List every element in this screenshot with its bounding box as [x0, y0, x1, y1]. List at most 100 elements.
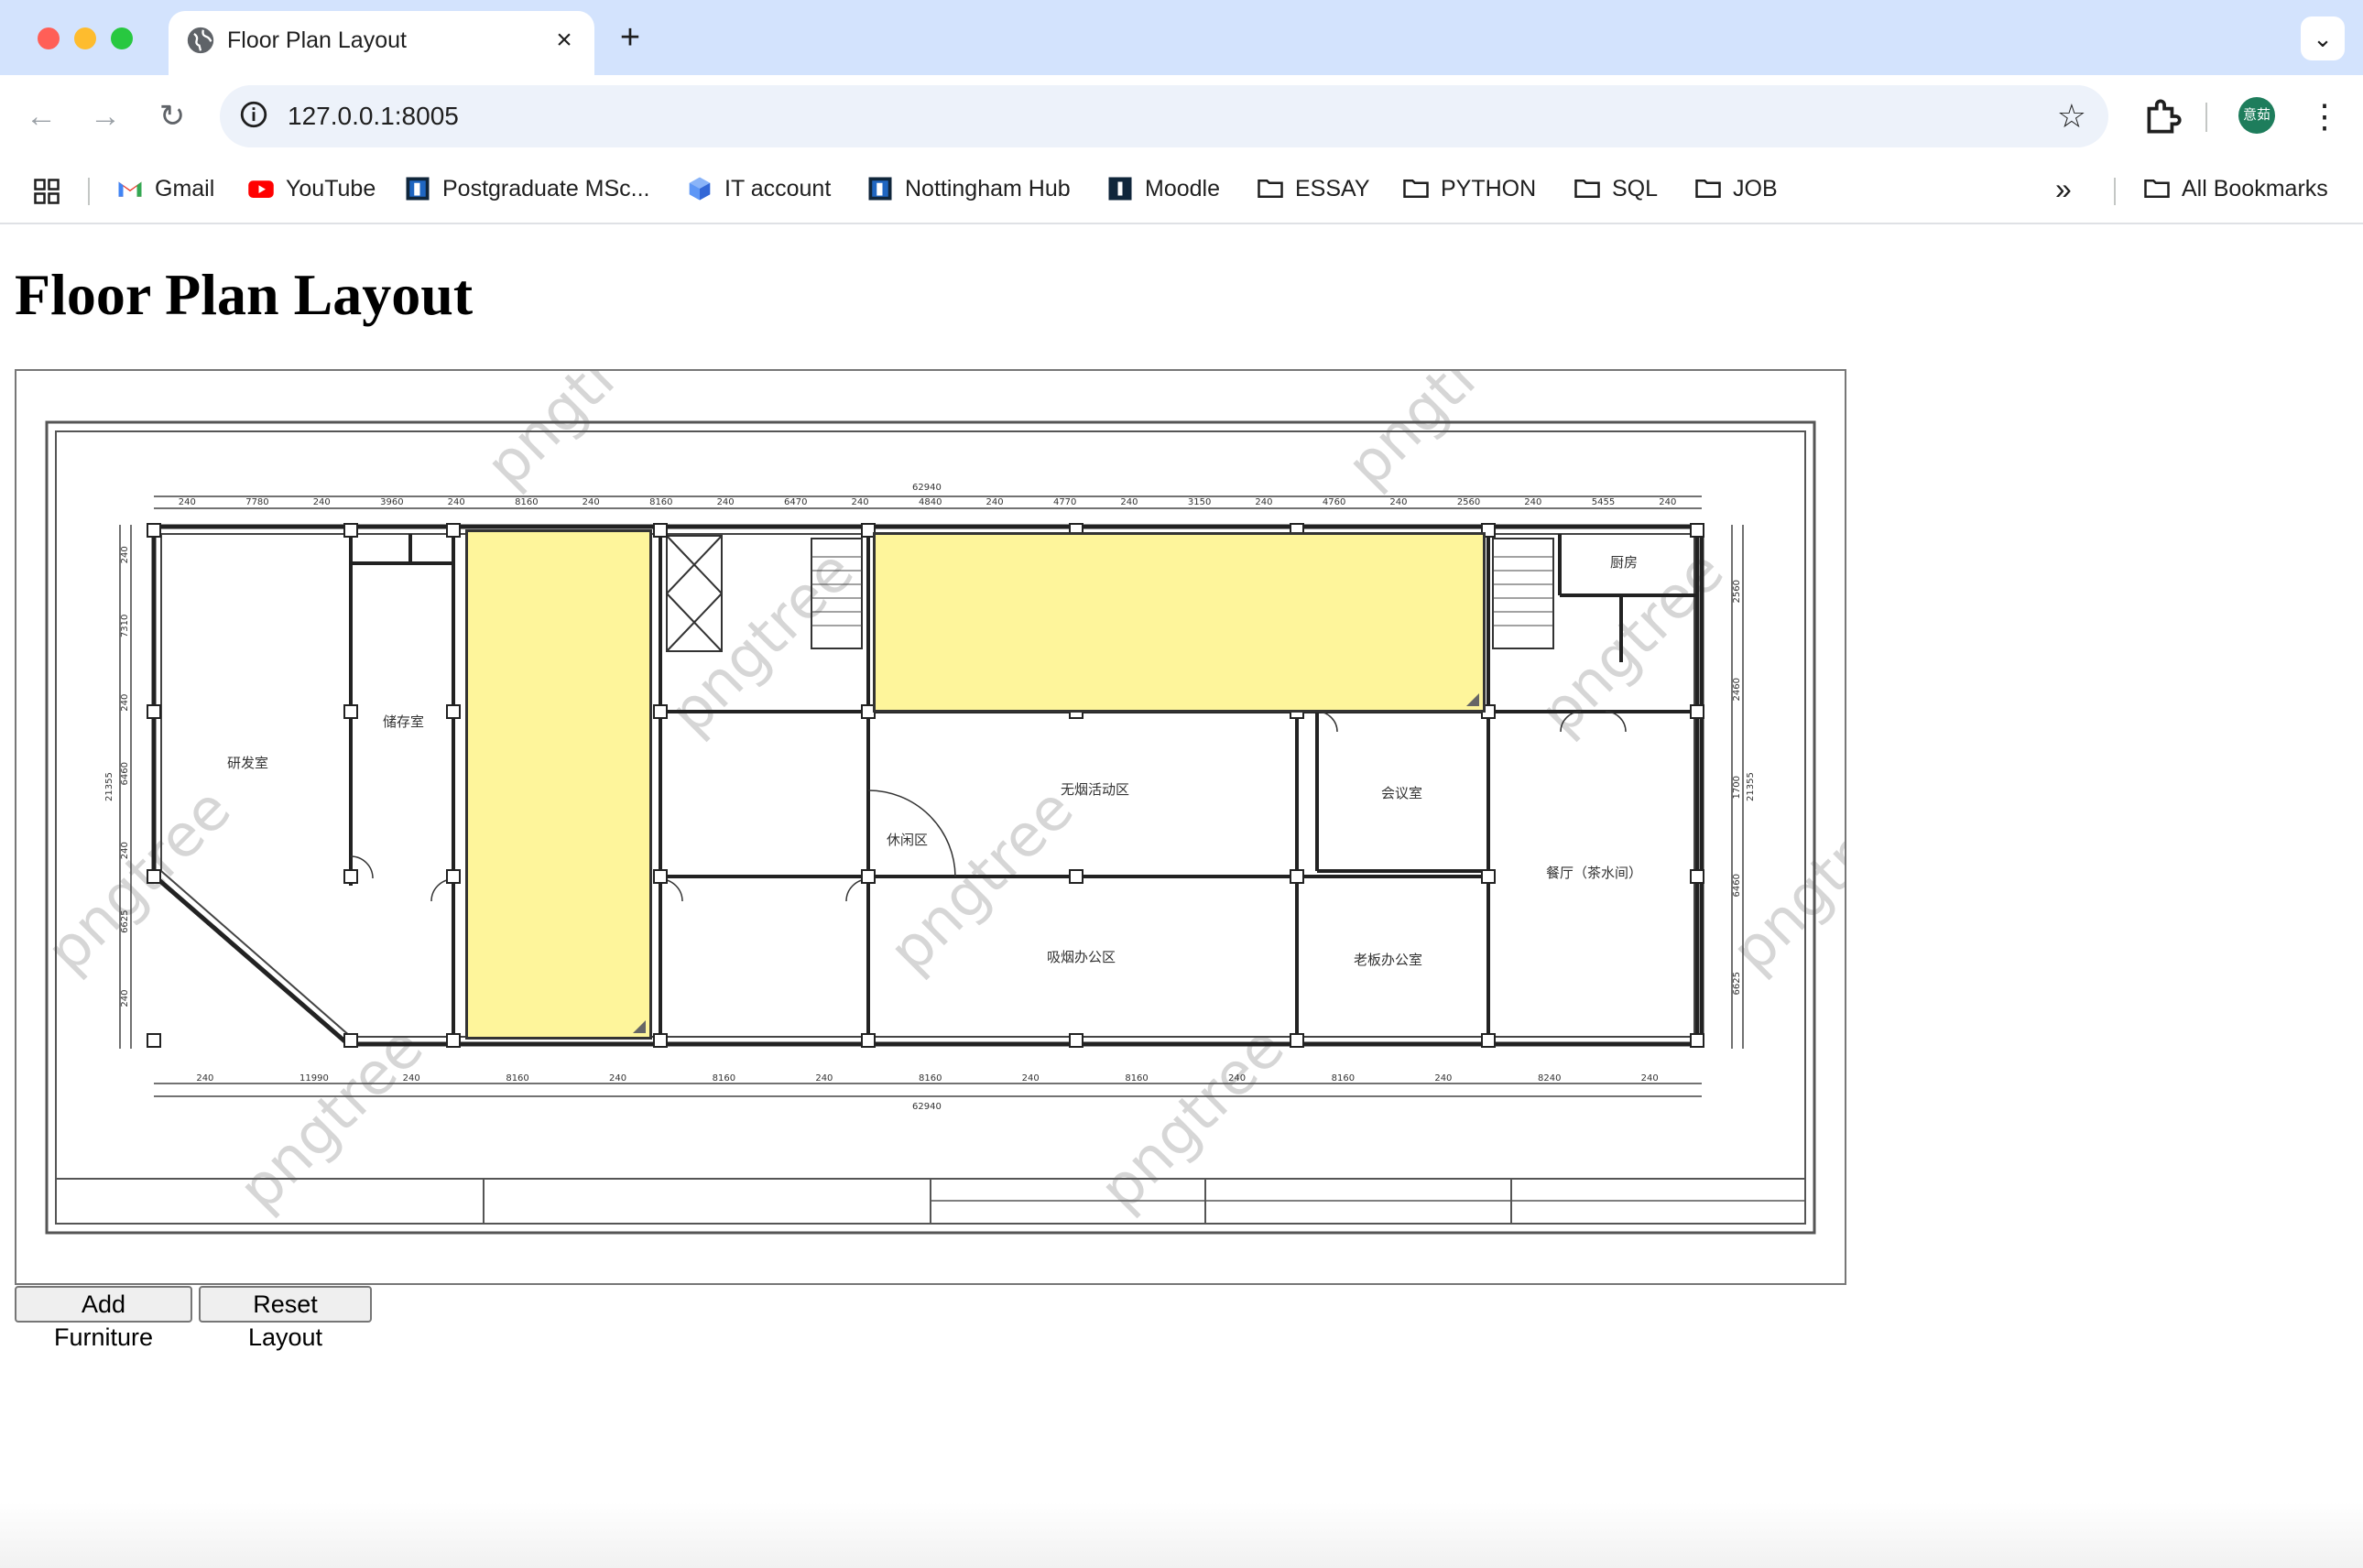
floor-plan-canvas[interactable]: pngtree pngtree pngtree pngtree pngtree pngtr…: [15, 369, 1846, 1285]
bookmark-gmail[interactable]: Gmail: [116, 170, 214, 207]
dimension-label-bottom: 240: [1022, 1073, 1040, 1083]
more-bookmarks-icon[interactable]: »: [2055, 170, 2072, 207]
furniture-item-1[interactable]: [465, 529, 652, 1040]
dimension-label-right: 1700: [1732, 776, 1742, 799]
dimension-label-top: 240: [717, 497, 735, 507]
column-marker: [1481, 869, 1496, 884]
dimension-label-top: 240: [1659, 497, 1676, 507]
new-tab-button[interactable]: +: [612, 20, 648, 57]
dimension-label-bottom: 240: [403, 1073, 420, 1083]
dimension-label-top: 240: [1120, 497, 1138, 507]
address-bar[interactable]: 127.0.0.1:8005 ☆: [220, 85, 2108, 147]
reset-layout-button[interactable]: Reset Layout: [199, 1286, 372, 1351]
folder-icon: [1258, 180, 1283, 198]
column-marker: [147, 704, 161, 719]
dimension-label-bottom: 240: [1228, 1073, 1246, 1083]
dimension-label-left: 240: [120, 694, 130, 712]
room-label-dining: 餐厅（茶水间）: [1546, 865, 1642, 881]
tab-title: Floor Plan Layout: [227, 27, 407, 53]
dimension-label-bottom: 8160: [1125, 1073, 1148, 1083]
dimension-label-bottom: 240: [609, 1073, 626, 1083]
bookmark-youtube[interactable]: YouTube: [247, 170, 376, 207]
side-dimension-right: 21355: [1746, 772, 1756, 801]
dimension-label-right: 6625: [1732, 972, 1742, 995]
bookmarks-bar: Gmail YouTube Postgraduate MSc... IT acc…: [0, 158, 2363, 222]
dimension-label-top: 240: [852, 497, 869, 507]
furniture-item-2[interactable]: [873, 532, 1486, 713]
bookmark-nottingham-hub[interactable]: Nottingham Hub: [866, 170, 1071, 207]
dimension-label-bottom: 8160: [919, 1073, 942, 1083]
window-maximize-dot[interactable]: [111, 27, 133, 49]
bookmark-postgraduate[interactable]: Postgraduate MSc...: [404, 170, 650, 207]
column-marker: [446, 704, 461, 719]
column-marker: [653, 704, 668, 719]
bookmark-label: PYTHON: [1441, 175, 1537, 201]
column-marker: [1690, 869, 1704, 884]
side-dimension-left: 21355: [104, 772, 114, 801]
column-marker: [343, 523, 358, 538]
watermark-text: pngtree: [1334, 371, 1545, 500]
window-minimize-dot[interactable]: [74, 27, 96, 49]
dimension-label-top: 240: [1255, 497, 1272, 507]
watermark-text: pngtree: [34, 776, 245, 986]
dimension-label-top: 3960: [380, 497, 403, 507]
bookmark-label: ESSAY: [1295, 175, 1370, 201]
watermark-text: pngtree: [474, 371, 684, 500]
tab-search-button[interactable]: ⌄: [2301, 16, 2345, 60]
toolbar-divider: [2205, 103, 2207, 132]
folder-icon: [1574, 180, 1600, 198]
bookmark-folder-essay[interactable]: ESSAY: [1257, 170, 1370, 207]
folder-icon: [1403, 180, 1429, 198]
column-marker: [343, 1033, 358, 1048]
column-marker: [1690, 523, 1704, 538]
total-dimension-top: 62940: [912, 483, 942, 493]
bookmark-label: IT account: [724, 175, 832, 201]
active-tab[interactable]: Floor Plan Layout ×: [169, 11, 594, 75]
dimension-label-top: 240: [313, 497, 331, 507]
profile-avatar[interactable]: 意茹: [2238, 97, 2275, 134]
tab-close-icon[interactable]: ×: [548, 24, 581, 57]
dimension-label-top: 5455: [1592, 497, 1615, 507]
url-text[interactable]: 127.0.0.1:8005: [288, 98, 459, 135]
browser-chrome: Floor Plan Layout × + ⌄ ← → ↻ 127.0.0.1:…: [0, 0, 2363, 224]
room-label-nonsmoking: 无烟活动区: [1061, 781, 1129, 798]
forward-button[interactable]: →: [82, 93, 128, 139]
dimension-label-left: 7310: [120, 615, 130, 637]
dimension-label-top: 240: [448, 497, 465, 507]
bookmark-it-account[interactable]: IT account: [686, 170, 831, 207]
kebab-menu-icon[interactable]: ⋮: [2306, 93, 2343, 139]
bookmark-moodle[interactable]: Moodle: [1106, 170, 1220, 207]
add-furniture-button[interactable]: Add Furniture: [15, 1286, 192, 1351]
dimension-label-top: 240: [1524, 497, 1541, 507]
bookmark-label: Moodle: [1145, 175, 1220, 201]
dimension-label-left: 240: [120, 842, 130, 859]
resize-handle-icon[interactable]: [633, 1020, 646, 1033]
bookmarks-divider: [2114, 178, 2116, 205]
dimension-label-top: 2560: [1457, 497, 1480, 507]
dimension-label-right: 6460: [1732, 874, 1742, 897]
site-info-icon[interactable]: [238, 99, 269, 130]
dimension-label-bottom: 8160: [713, 1073, 735, 1083]
dimension-label-left: 240: [120, 990, 130, 1007]
window-close-dot[interactable]: [38, 27, 60, 49]
column-marker: [653, 1033, 668, 1048]
nottingham-icon: [406, 177, 430, 201]
apps-grid-icon[interactable]: [33, 178, 60, 205]
bookmark-folder-job[interactable]: JOB: [1694, 170, 1778, 207]
column-marker: [343, 869, 358, 884]
bookmark-folder-python[interactable]: PYTHON: [1402, 170, 1536, 207]
bookmark-label: Nottingham Hub: [905, 175, 1071, 201]
room-label-boss-office: 老板办公室: [1354, 952, 1422, 968]
back-button[interactable]: ←: [18, 93, 64, 139]
bookmark-star-icon[interactable]: ☆: [2057, 96, 2086, 136]
browser-toolbar: ← → ↻ 127.0.0.1:8005 ☆ 意茹 ⋮: [0, 75, 2363, 158]
resize-handle-icon[interactable]: [1466, 693, 1479, 706]
bookmark-folder-sql[interactable]: SQL: [1574, 170, 1658, 207]
reload-button[interactable]: ↻: [149, 93, 195, 139]
extensions-icon[interactable]: [2140, 93, 2185, 139]
dimension-label-top: 240: [583, 497, 600, 507]
bookmark-label: Postgraduate MSc...: [442, 175, 650, 201]
dimension-label-top: 240: [179, 497, 196, 507]
dimension-label-top: 240: [985, 497, 1003, 507]
all-bookmarks-button[interactable]: All Bookmarks: [2143, 170, 2328, 207]
